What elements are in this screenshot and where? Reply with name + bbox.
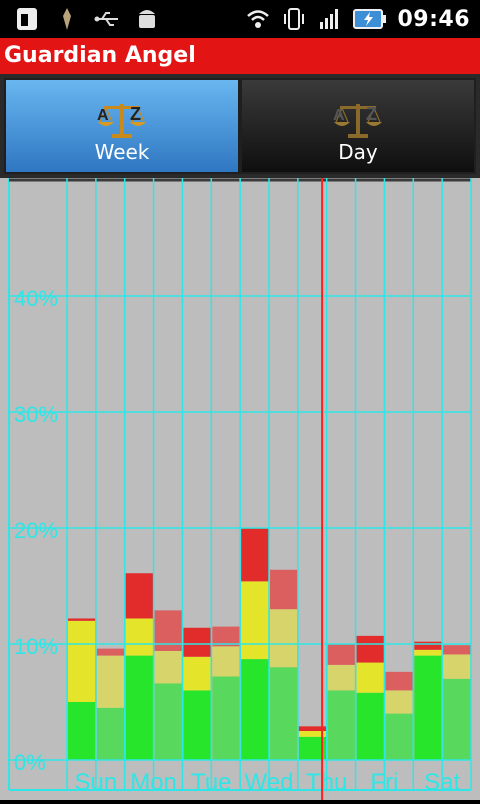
bar-mon-2-green — [154, 683, 183, 760]
bar-sun-1-green — [68, 702, 96, 760]
y-tick-label: 20% — [14, 518, 58, 543]
bar-sat-2-green — [443, 678, 471, 760]
y-tick-label: 0% — [14, 750, 46, 775]
scales-icon: A Z — [333, 104, 382, 138]
bar-wed-1-yellow — [241, 581, 269, 660]
bar-sat-1-yellow — [414, 649, 443, 656]
bar-wed-2-red — [270, 569, 298, 610]
tab-day-label: Day — [338, 140, 378, 164]
bar-sat-1-red — [414, 641, 443, 650]
vibrate-icon — [284, 8, 305, 30]
bar-sat-2-red — [443, 645, 471, 655]
bar-wed-2-yellow — [270, 609, 298, 668]
bar-tue-2-yellow — [212, 646, 241, 677]
status-bar: 09:46 — [0, 0, 480, 38]
bar-mon-2-red — [154, 610, 183, 651]
svg-text:Z: Z — [366, 104, 377, 124]
svg-text:A: A — [333, 107, 345, 124]
tab-week[interactable]: A Z Week — [4, 78, 240, 174]
bar-tue-1-red — [183, 627, 212, 657]
x-tick-label: Fri — [370, 769, 398, 796]
bar-fri-1-yellow — [356, 662, 385, 693]
bar-sun-1-red — [68, 618, 96, 621]
tab-bar: A Z Week A Z Day — [0, 74, 480, 178]
bar-fri-1-green — [356, 692, 385, 760]
y-tick-label: 40% — [14, 286, 58, 311]
battery-charging-icon — [353, 9, 387, 29]
android-debug-icon — [139, 10, 155, 28]
bar-fri-2-green — [385, 713, 414, 760]
x-tick-label: Sat — [424, 769, 460, 796]
chart-canvas: 0% 10% 20% 30% 40% Sun Mon Tue Wed Thu Fri Sat — [8, 178, 472, 800]
bar-thu-2-red — [327, 644, 356, 665]
bar-sun-1-yellow — [68, 620, 96, 702]
x-tick-label: Wed — [245, 769, 294, 796]
usb-icon — [94, 12, 118, 26]
bar-mon-2-yellow — [154, 650, 183, 684]
bar-wed-2-green — [270, 667, 298, 760]
bar-fri-2-yellow — [385, 690, 414, 714]
bar-sun-2-green — [96, 707, 125, 760]
bar-sun-2-red — [96, 648, 125, 656]
bar-thu-2-green — [327, 690, 356, 760]
bar-sun-2-yellow — [96, 655, 125, 708]
bar-sat-1-green — [414, 655, 443, 760]
signal-icon — [320, 9, 339, 29]
x-tick-label: Sun — [75, 769, 118, 796]
bar-tue-1-green — [183, 690, 212, 760]
app-title: Guardian Angel — [0, 38, 480, 74]
notification-icon — [63, 8, 71, 30]
bar-mon-1-green — [125, 655, 154, 760]
wifi-icon — [247, 10, 270, 28]
tab-day[interactable]: A Z Day — [240, 78, 476, 174]
tab-week-label: Week — [94, 140, 150, 164]
bar-thu-2-yellow — [327, 664, 356, 691]
bar-mon-1-yellow — [125, 618, 154, 656]
bar-tue-1-yellow — [183, 656, 212, 691]
weekly-chart: 0% 10% 20% 30% 40% Sun Mon Tue Wed Thu Fri Sat — [0, 178, 480, 800]
bar-sat-2-yellow — [443, 654, 471, 679]
y-tick-label: 10% — [14, 634, 58, 659]
y-tick-label: 30% — [14, 402, 58, 427]
bar-tue-2-green — [212, 676, 241, 760]
svg-text:Z: Z — [130, 104, 141, 124]
sim-card-icon — [17, 8, 37, 30]
bar-mon-1-red — [125, 573, 154, 619]
x-tick-label: Tue — [191, 769, 231, 796]
bar-fri-2-red — [385, 671, 414, 691]
bar-fri-1-red — [356, 635, 385, 663]
bar-wed-1-red — [241, 528, 269, 582]
x-tick-label: Thu — [306, 769, 347, 796]
bar-wed-1-green — [241, 659, 269, 760]
svg-text:A: A — [97, 107, 109, 124]
scales-icon: A Z — [97, 104, 146, 138]
clock: 09:46 — [397, 6, 470, 32]
x-tick-label: Mon — [130, 769, 177, 796]
